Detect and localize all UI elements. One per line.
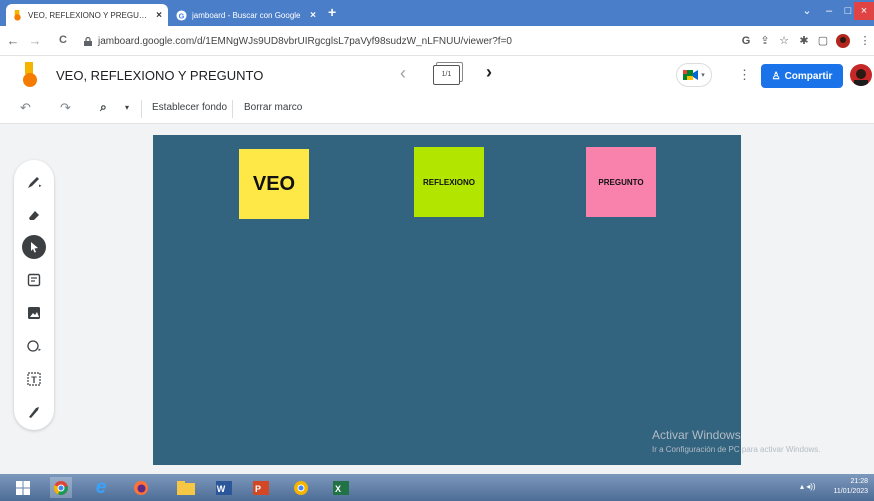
svg-text:T: T <box>31 375 37 385</box>
meet-icon <box>683 70 699 80</box>
browser-tab-strip: VEO, REFLEXIONO Y PREGUNTO × G jamboard … <box>0 0 874 26</box>
windows-taskbar: e W P X ▴ ◂)) 21:28 11/01/2023 <box>0 474 874 501</box>
powerpoint-icon[interactable]: P <box>250 477 272 498</box>
select-icon[interactable] <box>22 235 46 259</box>
toolbar-divider <box>141 100 142 118</box>
jamboard-favicon-icon <box>14 9 21 21</box>
close-window-button[interactable]: × <box>854 2 874 20</box>
new-tab-button[interactable]: + <box>328 4 336 20</box>
more-options-button[interactable]: ⋮ <box>738 67 751 83</box>
laser-icon[interactable] <box>22 400 46 424</box>
share-label: Compartir <box>784 70 833 82</box>
word-icon[interactable]: W <box>213 477 235 498</box>
svg-text:▸: ▸ <box>39 183 42 189</box>
svg-text:X: X <box>335 484 341 494</box>
tab-close-icon[interactable]: × <box>156 10 162 21</box>
page-title[interactable]: VEO, REFLEXIONO Y PREGUNTO <box>56 68 263 83</box>
windows-activation-watermark-title: Activar Windows <box>652 428 741 442</box>
sticky-note-text: VEO <box>252 172 296 195</box>
profile-avatar-icon[interactable] <box>836 34 850 48</box>
windows-activation-watermark-subtitle: Ir a Configuración de PC para activar Wi… <box>652 445 821 454</box>
jamboard-logo-icon <box>23 62 37 87</box>
svg-text:W: W <box>217 484 226 494</box>
clock-date[interactable]: 11/01/2023 <box>833 488 868 495</box>
google-g-icon[interactable]: G <box>739 34 753 48</box>
file-explorer-icon[interactable] <box>175 477 197 498</box>
tab-jamboard[interactable]: VEO, REFLEXIONO Y PREGUNTO × <box>6 4 168 26</box>
tab-title: jamboard - Buscar con Google <box>192 10 301 20</box>
image-icon[interactable] <box>22 301 46 325</box>
chrome-icon[interactable] <box>50 477 72 498</box>
shape-icon[interactable]: ▸ <box>22 334 46 358</box>
drawing-tools-toolbar: ▸ ▸ T <box>14 160 54 430</box>
address-bar-row: ← → C jamboard.google.com/d/1EMNgWJs9UD8… <box>0 26 874 56</box>
next-frame-button[interactable]: › <box>486 62 492 83</box>
pen-icon[interactable]: ▸ <box>22 170 46 194</box>
extensions-icon[interactable]: ✱ <box>797 34 811 48</box>
star-icon[interactable]: ☆ <box>777 34 791 48</box>
app-header: VEO, REFLEXIONO Y PREGUNTO ‹ 1/1 › ▾ ⋮ ♙… <box>0 57 874 94</box>
menu-icon[interactable]: ⋮ <box>858 34 872 48</box>
board-toolbar: ↶ ↷ ⌕ ▾ Establecer fondo Borrar marco <box>0 94 874 124</box>
lock-icon <box>84 36 92 46</box>
share-button[interactable]: ♙ Compartir <box>761 64 843 88</box>
eraser-icon[interactable] <box>22 203 46 227</box>
svg-text:▸: ▸ <box>39 347 42 353</box>
sticky-note-text: REFLEXIONO <box>422 177 475 187</box>
sticky-note-pregunto[interactable]: PREGUNTO <box>586 147 656 217</box>
sticky-note-icon[interactable] <box>22 268 46 292</box>
sticky-note-veo[interactable]: VEO <box>239 149 309 219</box>
sticky-note-text: PREGUNTO <box>598 177 644 187</box>
set-background-button[interactable]: Establecer fondo <box>152 102 227 113</box>
tab-title: VEO, REFLEXIONO Y PREGUNTO <box>28 10 151 20</box>
sticky-note-reflexiono[interactable]: REFLEXIONO <box>414 147 484 217</box>
tab-search-button[interactable]: ⌄ <box>796 2 818 20</box>
google-favicon-icon: G <box>176 9 187 21</box>
url-input[interactable]: jamboard.google.com/d/1EMNgWJs9UD8vbrUIR… <box>84 31 724 51</box>
jamboard-canvas[interactable]: VEO REFLEXIONO PREGUNTO <box>153 135 741 465</box>
sidepanel-icon[interactable]: ▢ <box>816 34 830 48</box>
reload-button[interactable]: C <box>56 34 70 46</box>
chrome-canary-icon[interactable] <box>290 477 312 498</box>
clock-time[interactable]: 21:28 <box>850 478 868 485</box>
zoom-dropdown-caret[interactable]: ▾ <box>125 103 129 112</box>
system-tray-icons[interactable]: ▴ ◂)) <box>800 482 816 491</box>
undo-button[interactable]: ↶ <box>20 100 31 116</box>
tab-close-icon[interactable]: × <box>310 10 316 21</box>
svg-text:P: P <box>255 484 261 494</box>
toolbar-divider <box>232 100 233 118</box>
excel-icon[interactable]: X <box>330 477 352 498</box>
meet-button[interactable]: ▾ <box>676 63 712 87</box>
firefox-icon[interactable] <box>130 477 152 498</box>
chevron-down-icon: ▾ <box>701 72 705 79</box>
zoom-icon[interactable]: ⌕ <box>100 100 107 115</box>
avatar[interactable] <box>850 64 872 86</box>
clear-frame-button[interactable]: Borrar marco <box>244 102 302 113</box>
svg-text:G: G <box>179 11 185 20</box>
share-icon[interactable]: ⇪ <box>758 34 772 48</box>
person-add-icon: ♙ <box>771 70 781 82</box>
internet-explorer-icon[interactable]: e <box>90 477 112 498</box>
frame-counter[interactable]: 1/1 <box>433 65 460 85</box>
text-box-icon[interactable]: T <box>22 367 46 391</box>
forward-button[interactable]: → <box>28 33 42 48</box>
tab-google-search[interactable]: G jamboard - Buscar con Google × <box>170 4 322 26</box>
url-text: jamboard.google.com/d/1EMNgWJs9UD8vbrUIR… <box>98 35 512 47</box>
windows-start-icon[interactable] <box>12 477 34 498</box>
redo-button[interactable]: ↷ <box>60 100 71 116</box>
previous-frame-button[interactable]: ‹ <box>400 63 406 84</box>
back-button[interactable]: ← <box>6 33 20 48</box>
